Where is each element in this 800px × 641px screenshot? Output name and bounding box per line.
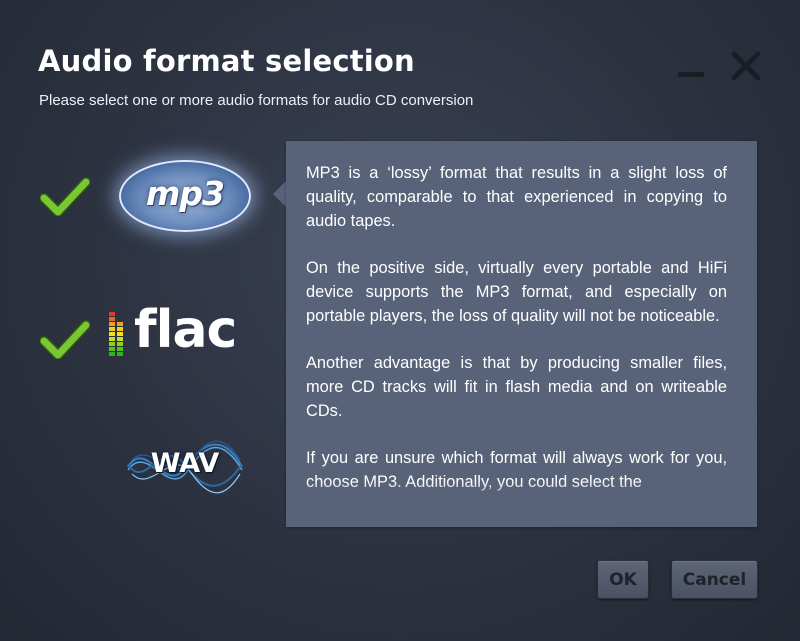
flac-logo[interactable]: flac: [107, 300, 257, 366]
dialog-title: Audio format selection: [38, 44, 415, 78]
description-fade: [286, 481, 757, 527]
description-pointer: [273, 180, 287, 208]
description-paragraph: MP3 is a ‘lossy’ format that results in …: [306, 164, 727, 230]
mp3-logo-text: mp3: [146, 174, 225, 213]
close-button[interactable]: [730, 50, 762, 82]
format-description-text: MP3 is a ‘lossy’ format that results in …: [306, 161, 727, 517]
minimize-button[interactable]: [678, 60, 704, 80]
description-paragraph: Another advantage is that by producing s…: [306, 354, 727, 420]
ok-button[interactable]: OK: [597, 560, 649, 599]
dialog-subtitle: Please select one or more audio formats …: [39, 92, 474, 109]
cancel-button[interactable]: Cancel: [671, 560, 758, 599]
close-icon: [731, 51, 761, 81]
flac-checkmark-toggle[interactable]: [39, 319, 91, 360]
wav-logo-text: WAV: [150, 448, 220, 479]
mp3-logo[interactable]: mp3: [119, 160, 251, 232]
format-description-panel[interactable]: MP3 is a ‘lossy’ format that results in …: [286, 141, 757, 527]
mp3-checkmark-toggle[interactable]: [39, 176, 91, 217]
wav-logo[interactable]: WAV: [126, 432, 244, 502]
description-paragraph: On the positive side, virtually every po…: [306, 259, 727, 325]
minimize-icon: [678, 72, 704, 77]
checkmark-icon: [39, 320, 91, 360]
level-meter-icon: [109, 312, 123, 356]
flac-logo-text: flac: [134, 300, 237, 360]
checkmark-icon: [39, 177, 91, 217]
